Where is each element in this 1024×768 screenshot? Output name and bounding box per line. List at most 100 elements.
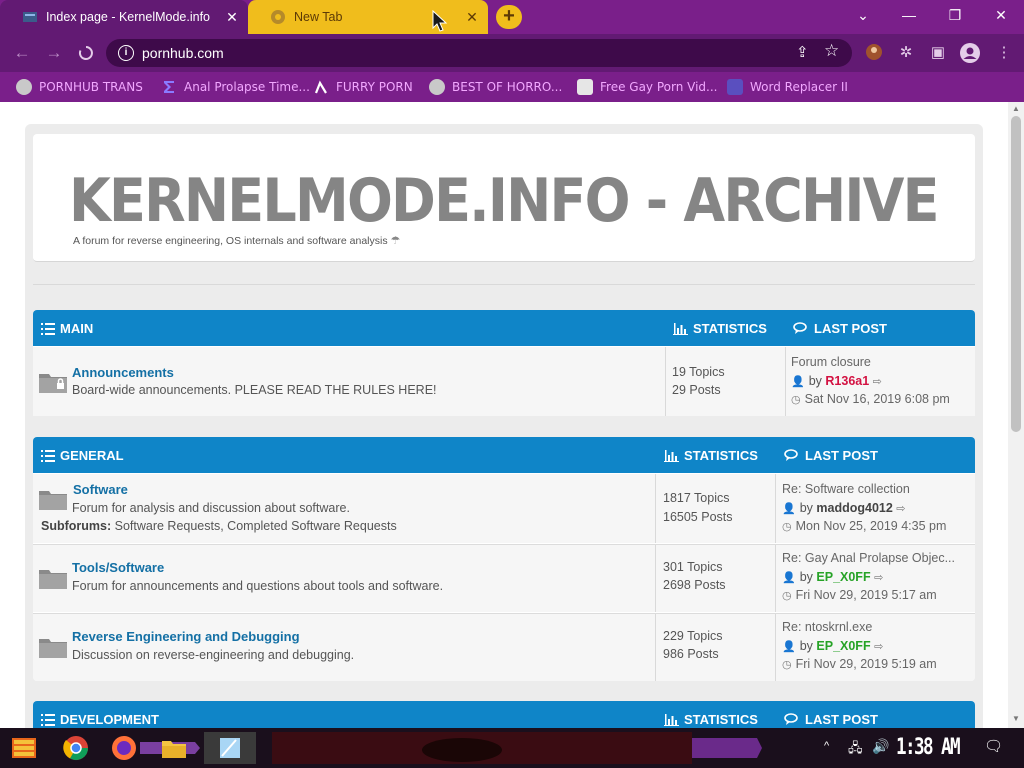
forum-description: Forum for announcements and questions ab… (72, 579, 444, 593)
tab-kernelmode[interactable]: Index page - KernelMode.info ✕ (0, 0, 248, 34)
last-post-date: ◷ Mon Nov 25, 2019 4:35 pm (782, 519, 947, 533)
clock-icon: ◷ (782, 590, 792, 602)
notifications-icon[interactable]: 🗨 (984, 737, 1003, 755)
statistics-header: STATISTICS (664, 712, 758, 727)
forum-title-link[interactable]: Reverse Engineering and Debugging (72, 629, 300, 644)
bookmark-item[interactable]: Anal Prolapse Time... (161, 78, 310, 96)
forum-title-link[interactable]: Software (73, 482, 128, 497)
forum-description: Discussion on reverse-engineering and de… (72, 648, 355, 662)
author-link[interactable]: R136a1 (825, 374, 869, 388)
back-arrow-icon[interactable]: ← (10, 41, 34, 65)
category-title-development[interactable]: DEVELOPMENT (41, 712, 159, 727)
last-post-header: LAST POST (784, 712, 878, 727)
clock-icon: ◷ (782, 521, 792, 533)
subforum-links[interactable]: Software Requests, Completed Software Re… (115, 519, 397, 533)
stop-loading-icon[interactable] (74, 41, 98, 65)
file-explorer-icon[interactable] (158, 732, 190, 764)
close-tab-icon[interactable]: ✕ (462, 9, 482, 26)
forward-arrow-icon[interactable]: → (42, 41, 66, 65)
forum-row: Announcements Board-wide announcements. … (33, 346, 975, 416)
bookmark-item[interactable]: BEST OF HORRO... (429, 78, 562, 96)
firefox-taskbar-icon[interactable] (108, 732, 140, 764)
tab-search-icon[interactable]: ⌄ (840, 0, 886, 32)
profile-avatar-icon[interactable] (960, 43, 980, 63)
column-separator (655, 614, 656, 681)
chrome-menu-icon[interactable]: ⋮ (994, 43, 1014, 63)
share-icon[interactable]: ⇪ (796, 43, 809, 61)
topics-count: 19 Topics (672, 365, 725, 379)
column-separator (655, 474, 656, 543)
category-title-main[interactable]: MAIN (41, 321, 93, 336)
kernelmode-favicon-icon (22, 9, 38, 25)
author-link[interactable]: EP_X0FF (816, 639, 870, 653)
user-icon: 👤 (791, 376, 805, 388)
taskbar-background-art (262, 732, 762, 764)
network-icon[interactable]: 🖧 (848, 739, 863, 761)
user-icon: 👤 (782, 572, 796, 584)
column-separator (785, 347, 786, 416)
scrollbar-thumb[interactable] (1011, 116, 1021, 432)
address-bar[interactable]: i pornhub.com ⇪ ☆ (106, 39, 852, 67)
profile-extension-icon[interactable] (864, 43, 884, 63)
word-replacer-icon (727, 79, 743, 95)
extensions-puzzle-icon[interactable]: ✲ (896, 43, 916, 63)
show-hidden-icons-icon[interactable]: ^ (824, 740, 829, 752)
posts-count: 16505 Posts (663, 510, 733, 524)
goto-post-icon[interactable]: ⇨ (874, 572, 883, 584)
goto-post-icon[interactable]: ⇨ (874, 641, 883, 653)
side-panel-icon[interactable]: ▣ (928, 43, 948, 63)
author-link[interactable]: EP_X0FF (816, 570, 870, 584)
bookmark-star-icon[interactable]: ☆ (824, 41, 839, 61)
last-post-author: 👤 by EP_X0FF ⇨ (782, 639, 884, 653)
url-text[interactable]: pornhub.com (142, 45, 224, 61)
last-post-subject[interactable]: Re: Gay Anal Prolapse Objec... (782, 551, 955, 565)
last-post-subject[interactable]: Re: Software collection (782, 482, 910, 496)
site-title[interactable]: KERNELMODE.INFO - ARCHIVE (69, 166, 940, 236)
bar-chart-icon (664, 713, 679, 726)
goto-post-icon[interactable]: ⇨ (873, 376, 882, 388)
volume-icon[interactable]: 🔊 (872, 738, 889, 755)
restore-button[interactable]: ❐ (932, 0, 978, 32)
last-post-subject[interactable]: Forum closure (791, 355, 871, 369)
forum-title-link[interactable]: Tools/Software (72, 560, 164, 575)
page-wrapper: KERNELMODE.INFO - ARCHIVE A forum for re… (25, 124, 983, 728)
scroll-up-icon[interactable]: ▲ (1011, 104, 1021, 113)
last-post-subject[interactable]: Re: ntoskrnl.exe (782, 620, 872, 634)
clock-icon: ◷ (782, 659, 792, 671)
list-icon (41, 449, 55, 462)
forum-description: Forum for analysis and discussion about … (72, 501, 350, 515)
bookmark-item[interactable]: PORNHUB TRANS (16, 78, 143, 96)
page-scrollbar[interactable]: ▲ ▼ (1008, 102, 1024, 728)
taskbar-clock[interactable]: 1:38 AM (896, 735, 961, 760)
folder-locked-icon (39, 371, 67, 393)
site-header: KERNELMODE.INFO - ARCHIVE A forum for re… (33, 134, 975, 262)
bar-chart-icon (664, 449, 679, 462)
bookmark-item[interactable]: Word Replacer II (727, 78, 848, 96)
forum-row: Reverse Engineering and Debugging Discus… (33, 613, 975, 681)
close-tab-icon[interactable]: ✕ (222, 9, 242, 26)
tab-new-tab[interactable]: New Tab ✕ (248, 0, 488, 34)
last-post-header: LAST POST (784, 448, 878, 463)
notepad-taskbar-icon[interactable] (204, 732, 256, 764)
folder-icon (39, 567, 67, 589)
comments-icon (784, 449, 798, 461)
goto-post-icon[interactable]: ⇨ (896, 503, 905, 515)
start-button-icon[interactable] (8, 732, 40, 764)
forum-title-link[interactable]: Announcements (72, 365, 174, 380)
category-title-general[interactable]: GENERAL (41, 448, 124, 463)
column-separator (775, 614, 776, 681)
forum-description: Board-wide announcements. PLEASE READ TH… (72, 383, 437, 397)
scroll-down-icon[interactable]: ▼ (1011, 714, 1021, 723)
last-post-date: ◷ Sat Nov 16, 2019 6:08 pm (791, 392, 950, 406)
bookmark-item[interactable]: FURRY PORN (313, 78, 413, 96)
new-tab-button[interactable]: + (496, 5, 522, 29)
minimize-button[interactable]: — (886, 0, 932, 32)
chrome-taskbar-icon[interactable] (60, 732, 92, 764)
divider (33, 284, 975, 285)
site-info-icon[interactable]: i (118, 45, 134, 61)
bookmark-item[interactable]: Free Gay Porn Vid... (577, 78, 717, 96)
close-window-button[interactable]: ✕ (978, 0, 1024, 32)
category-general: GENERAL STATISTICS LAST POST Software Fo… (33, 437, 975, 681)
author-link[interactable]: maddog4012 (816, 501, 892, 515)
column-separator (655, 545, 656, 612)
